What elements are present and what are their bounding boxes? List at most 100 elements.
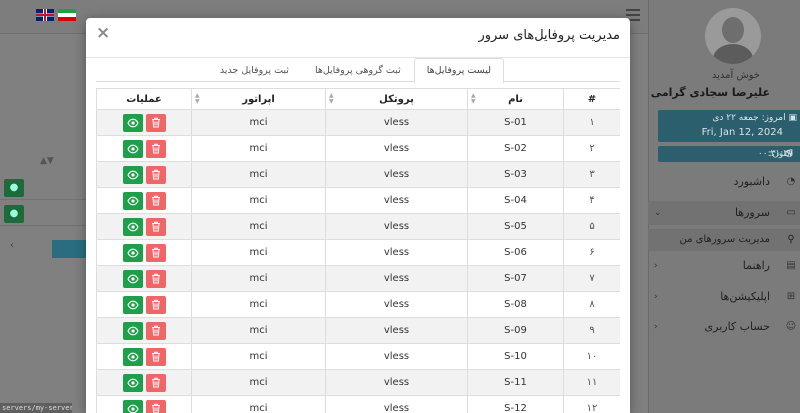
cell-number: ۱۲ bbox=[563, 395, 620, 413]
cell-name: S-04 bbox=[467, 187, 564, 214]
sidebar-item-apps[interactable]: ⊞ اپلیکیشن‌ها ‹ bbox=[648, 285, 800, 309]
cell-protocol: vless bbox=[325, 395, 468, 413]
cell-name: S-09 bbox=[467, 317, 564, 344]
delete-button[interactable] bbox=[145, 295, 166, 314]
view-button[interactable] bbox=[122, 113, 143, 132]
delete-button[interactable] bbox=[145, 269, 166, 288]
view-button[interactable] bbox=[122, 191, 143, 210]
server-profiles-modal: × مدیریت پروفایل‌های سرور لیست پروفایل‌ه… bbox=[86, 18, 630, 413]
welcome-text: خوش آمدید bbox=[711, 70, 760, 81]
sidebar-item-guide[interactable]: ▤ راهنما ‹ bbox=[648, 254, 800, 278]
trash-icon bbox=[151, 169, 161, 180]
delete-button[interactable] bbox=[145, 113, 166, 132]
view-button[interactable] bbox=[122, 399, 143, 413]
sort-icon: ▲▼ bbox=[40, 156, 54, 166]
eye-icon bbox=[126, 248, 139, 258]
table-body: ۱ S-01 vless mci ۲ S-02 vless mci ۳ S-03 vless mci ۴… bbox=[96, 109, 620, 413]
uk-flag-icon[interactable] bbox=[36, 9, 54, 21]
table-row: ● bbox=[0, 176, 86, 200]
table-row: ۴ S-04 vless mci bbox=[96, 187, 620, 214]
iran-flag-icon[interactable] bbox=[58, 9, 76, 21]
view-button[interactable] bbox=[122, 347, 143, 366]
cell-operator: mci bbox=[191, 395, 326, 413]
cell-number: ۷ bbox=[563, 265, 620, 292]
tab-new-profile[interactable]: ثبت پروفایل جدید bbox=[207, 58, 302, 82]
cell-protocol: vless bbox=[325, 239, 468, 266]
delete-button[interactable] bbox=[145, 217, 166, 236]
view-button[interactable] bbox=[122, 217, 143, 236]
cell-name: S-06 bbox=[467, 239, 564, 266]
close-icon[interactable]: × bbox=[96, 25, 110, 42]
time-box: ◷ اکنون: ۰۰:۳۱:۳۷ bbox=[658, 146, 800, 162]
trash-icon bbox=[151, 325, 161, 336]
cell-actions bbox=[96, 187, 192, 214]
cell-actions bbox=[96, 369, 192, 396]
tab-bulk-register[interactable]: ثبت گروهی پروفایل‌ها bbox=[302, 58, 414, 82]
view-button[interactable] bbox=[122, 321, 143, 340]
eye-icon bbox=[126, 352, 139, 362]
server-icon: ▭ bbox=[786, 207, 796, 218]
cell-name: S-12 bbox=[467, 395, 564, 413]
eye-icon bbox=[126, 300, 139, 310]
eye-icon[interactable]: ● bbox=[4, 179, 24, 197]
delete-button[interactable] bbox=[145, 399, 166, 413]
trash-icon bbox=[151, 247, 161, 258]
column-header-protocol[interactable]: پروتکل ▲ ▼ bbox=[325, 88, 468, 110]
cell-operator: mci bbox=[191, 265, 326, 292]
view-button[interactable] bbox=[122, 295, 143, 314]
tab-profile-list[interactable]: لیست پروفایل‌ها bbox=[413, 58, 504, 83]
bulb-icon: ⚲ bbox=[787, 234, 795, 245]
trash-icon bbox=[151, 195, 161, 206]
date-fa: ▣ امروز: جمعه ۲۲ دی bbox=[712, 113, 797, 123]
chevron-left-icon[interactable]: ‹ bbox=[10, 240, 20, 258]
sidebar-item-dashboard[interactable]: ◔ داشبورد bbox=[648, 170, 800, 194]
trash-icon bbox=[151, 221, 161, 232]
column-header-number[interactable]: # bbox=[563, 88, 620, 110]
delete-button[interactable] bbox=[145, 243, 166, 262]
cell-number: ۱ bbox=[563, 109, 620, 136]
pagination-active[interactable] bbox=[52, 240, 86, 258]
modal-header: × مدیریت پروفایل‌های سرور bbox=[86, 18, 630, 58]
eye-icon bbox=[126, 196, 139, 206]
delete-button[interactable] bbox=[145, 347, 166, 366]
sidebar-subitem-my-servers[interactable]: ⚲ مدیریت سرورهای من bbox=[648, 229, 800, 251]
column-header-name[interactable]: نام ▲ ▼ bbox=[467, 88, 564, 110]
delete-button[interactable] bbox=[145, 165, 166, 184]
view-button[interactable] bbox=[122, 373, 143, 392]
view-button[interactable] bbox=[122, 139, 143, 158]
cell-name: S-02 bbox=[467, 135, 564, 162]
table-row: ۸ S-08 vless mci bbox=[96, 291, 620, 318]
cell-actions bbox=[96, 239, 192, 266]
delete-button[interactable] bbox=[145, 321, 166, 340]
view-button[interactable] bbox=[122, 243, 143, 262]
table-row: ۹ S-09 vless mci bbox=[96, 317, 620, 344]
profiles-table-container[interactable]: # نام ▲ ▼ پروتکل ▲ ▼ اپراتور ▲ ▼ عملیات ۱ S-01 v… bbox=[96, 88, 620, 413]
delete-button[interactable] bbox=[145, 373, 166, 392]
delete-button[interactable] bbox=[145, 139, 166, 158]
cell-actions bbox=[96, 291, 192, 318]
table-row: ۲ S-02 vless mci bbox=[96, 135, 620, 162]
cell-name: S-07 bbox=[467, 265, 564, 292]
delete-button[interactable] bbox=[145, 191, 166, 210]
sidebar-item-account[interactable]: ☺ حساب کاربری ‹ bbox=[648, 315, 800, 339]
cell-protocol: vless bbox=[325, 213, 468, 240]
profiles-table: # نام ▲ ▼ پروتکل ▲ ▼ اپراتور ▲ ▼ عملیات ۱ S-01 v… bbox=[96, 88, 620, 413]
sidebar-item-servers[interactable]: ▭ سرورها ⌄ bbox=[648, 201, 800, 225]
sidebar: خوش آمدید علیرضا سجادی گرامی ▣ امروز: جم… bbox=[648, 0, 800, 413]
trash-icon bbox=[151, 403, 161, 413]
calendar-icon: ▣ bbox=[785, 113, 797, 123]
cell-number: ۱۱ bbox=[563, 369, 620, 396]
column-header-operator[interactable]: اپراتور ▲ ▼ bbox=[191, 88, 326, 110]
view-button[interactable] bbox=[122, 165, 143, 184]
cell-protocol: vless bbox=[325, 109, 468, 136]
cell-protocol: vless bbox=[325, 187, 468, 214]
apps-icon: ⊞ bbox=[786, 291, 796, 302]
eye-icon[interactable]: ● bbox=[4, 205, 24, 223]
view-button[interactable] bbox=[122, 269, 143, 288]
cell-name: S-03 bbox=[467, 161, 564, 188]
cell-operator: mci bbox=[191, 291, 326, 318]
chevron-left-icon: ‹ bbox=[654, 322, 658, 332]
eye-icon bbox=[126, 222, 139, 232]
date-box: ▣ امروز: جمعه ۲۲ دی Fri, Jan 12, 2024 bbox=[658, 110, 800, 142]
cell-protocol: vless bbox=[325, 161, 468, 188]
